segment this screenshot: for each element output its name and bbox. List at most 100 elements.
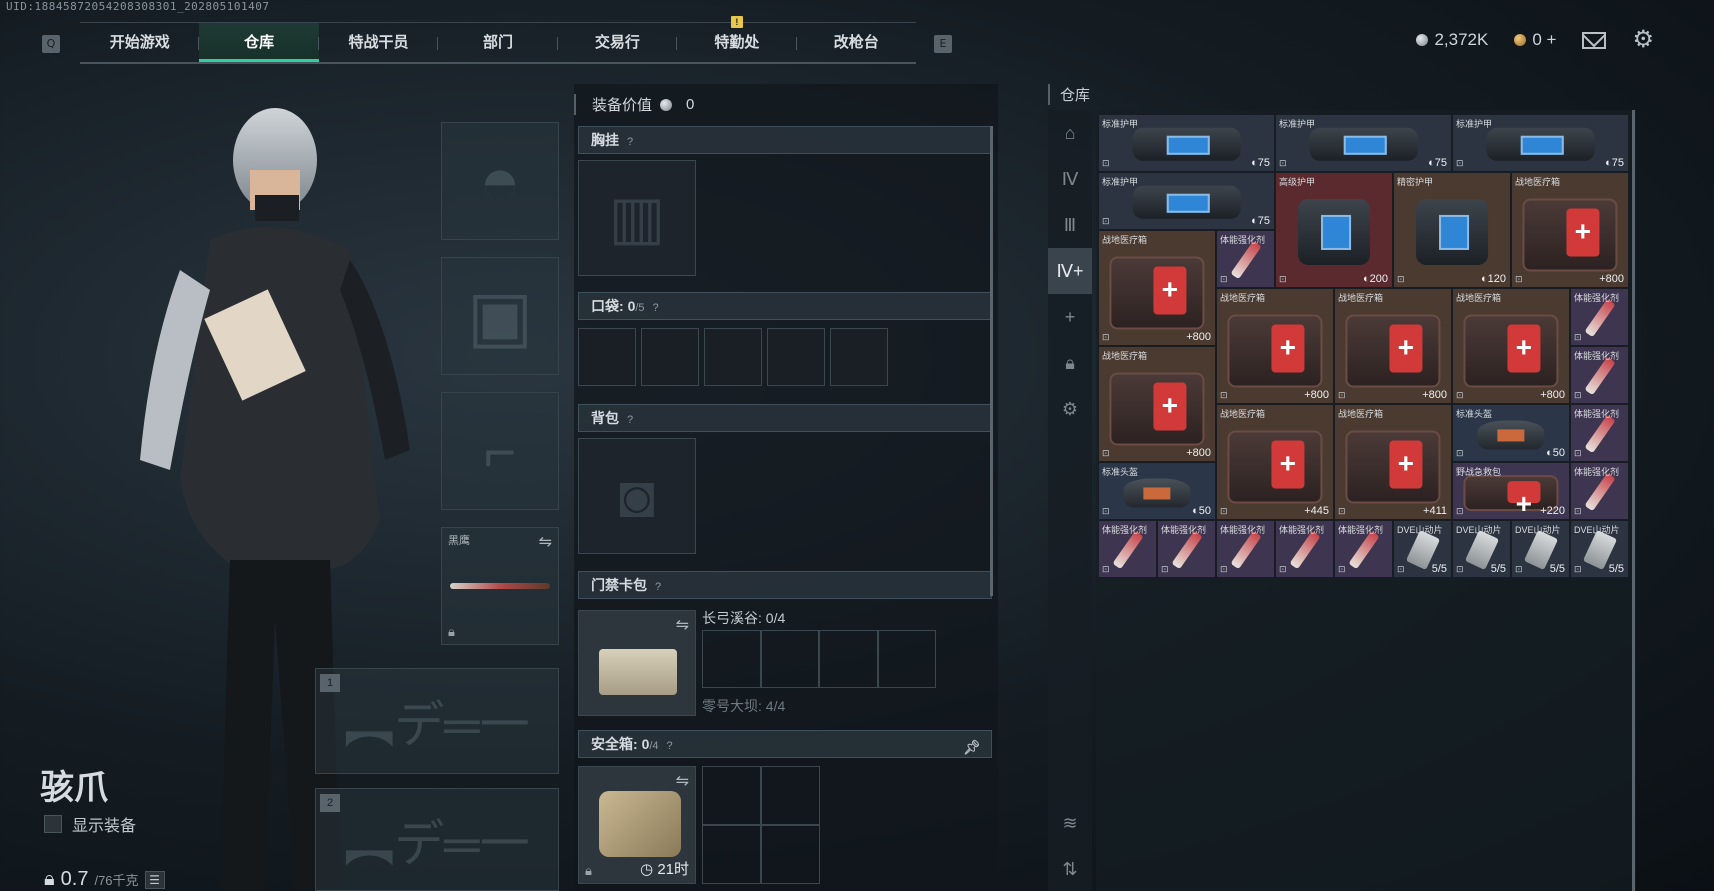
tab-3[interactable]: 部门 — [438, 23, 558, 62]
warehouse-item[interactable]: 标准头盔 ⊡ ◐50 — [1098, 462, 1216, 520]
list-icon[interactable]: ☰ — [144, 870, 165, 889]
pocket-slot[interactable] — [830, 328, 888, 386]
warehouse-item[interactable]: DVE山动片 ⊡ 5/5 — [1511, 520, 1570, 578]
pocket-slot[interactable] — [704, 328, 762, 386]
gold-add-button[interactable]: + — [1547, 30, 1557, 49]
warehouse-item[interactable]: 战地医疗箱 ⊡ +800 — [1511, 172, 1629, 288]
warehouse-item[interactable]: 标准头盔 ⊡ ◐50 — [1452, 404, 1570, 462]
gear-icon[interactable]: ⚙ — [1048, 386, 1092, 432]
tab-6[interactable]: 改枪台 — [797, 23, 916, 62]
warehouse-scrollbar[interactable] — [1632, 110, 1635, 891]
item-tag-icon: ⊡ — [1102, 216, 1110, 226]
warehouse-item[interactable]: 体能强化剂 ⊡ — [1157, 520, 1216, 578]
warehouse-item[interactable]: 精密护甲 ⊡ ◐120 — [1393, 172, 1511, 288]
tab-4[interactable]: 交易行 — [558, 23, 678, 62]
warehouse-tab-iv[interactable]: Ⅳ — [1048, 156, 1092, 202]
chest-rig-slot[interactable]: ▥ — [578, 160, 696, 276]
nav-prev-key[interactable]: Q — [42, 35, 60, 53]
safebox-timer-value: 21时 — [657, 861, 689, 878]
warehouse-item[interactable]: 标准护甲 ⊡ ◐75 — [1275, 114, 1452, 172]
warehouse-item[interactable]: 体能强化剂 ⊡ — [1570, 288, 1629, 346]
pocket-slot[interactable] — [767, 328, 825, 386]
pin-icon[interactable]: 📌︎ — [963, 734, 981, 760]
safebox-cell[interactable] — [702, 825, 761, 884]
sort-icon[interactable]: ⇅ — [1048, 846, 1092, 891]
warehouse-item[interactable]: 战地医疗箱 ⊡ +800 — [1098, 230, 1216, 346]
add-icon[interactable]: + — [1048, 294, 1092, 340]
tab-0[interactable]: 开始游戏 — [80, 23, 200, 62]
pocket-slot[interactable] — [578, 328, 636, 386]
warehouse-item[interactable]: 标准护甲 ⊡ ◐75 — [1098, 114, 1275, 172]
key-slot[interactable] — [819, 630, 878, 688]
melee-slot[interactable]: 黑鹰 ⇋ 🔒︎ — [441, 527, 559, 645]
gear-icon[interactable]: ⚙ — [1632, 28, 1654, 52]
warehouse-tab-iv-active[interactable]: Ⅳ+ — [1048, 248, 1092, 294]
warehouse-item[interactable]: 战地医疗箱 ⊡ +800 — [1452, 288, 1570, 404]
layers-icon[interactable]: ≋ — [1048, 800, 1092, 846]
key-slot[interactable] — [760, 630, 819, 688]
lock-icon[interactable]: 🔒︎ — [1048, 340, 1092, 386]
item-name: 标准头盔 — [1102, 467, 1139, 477]
warehouse-item[interactable]: 体能强化剂 ⊡ — [1098, 520, 1157, 578]
warehouse-item[interactable]: 体能强化剂 ⊡ — [1570, 346, 1629, 404]
key-slot[interactable] — [877, 630, 936, 688]
safebox-cell[interactable] — [761, 825, 820, 884]
warehouse-item[interactable]: 体能强化剂 ⊡ — [1216, 230, 1275, 288]
help-icon[interactable]: ? — [667, 733, 673, 759]
safebox-cell[interactable] — [702, 766, 761, 825]
warehouse-item[interactable]: 体能强化剂 ⊡ — [1570, 462, 1629, 520]
safebox-cell[interactable] — [761, 766, 820, 825]
item-name: 标准护甲 — [1102, 177, 1139, 187]
warehouse-tab-all[interactable]: ⌂ — [1048, 110, 1092, 156]
warehouse-item[interactable]: 战地医疗箱 ⊡ +445 — [1216, 404, 1334, 520]
tab-5[interactable]: 特勤处! — [677, 16, 797, 62]
loadout-scrollbar[interactable] — [990, 126, 993, 596]
armor-icon — [1298, 199, 1370, 266]
swap-icon[interactable]: ⇋ — [676, 771, 689, 791]
weight-max: /76千克 — [94, 873, 139, 888]
warehouse-item[interactable]: 高级护甲 ⊡ ◐200 — [1275, 172, 1393, 288]
help-icon[interactable]: ? — [627, 129, 633, 155]
help-icon[interactable]: ? — [627, 407, 633, 433]
warehouse-item[interactable]: 战地医疗箱 ⊡ +411 — [1334, 404, 1452, 520]
pistol-slot[interactable]: ⌐ — [441, 392, 559, 510]
armor-slot[interactable]: ▣ — [441, 257, 559, 375]
swap-icon[interactable]: ⇋ — [539, 532, 552, 552]
primary-weapon-slot-1[interactable]: 1 ︻デ═一 — [315, 668, 559, 774]
warehouse-item[interactable]: DVE山动片 ⊡ 5/5 — [1570, 520, 1629, 578]
warehouse-item[interactable]: 战地医疗箱 ⊡ +800 — [1216, 288, 1334, 404]
warehouse-item[interactable]: 体能强化剂 ⊡ — [1570, 404, 1629, 462]
warehouse-item[interactable]: 标准护甲 ⊡ ◐75 — [1452, 114, 1629, 172]
mail-icon[interactable] — [1582, 31, 1607, 49]
help-icon[interactable]: ? — [653, 295, 659, 321]
show-equipment-checkbox[interactable] — [44, 815, 62, 833]
warehouse-item[interactable]: DVE山动片 ⊡ 5/5 — [1393, 520, 1452, 578]
show-equipment-toggle[interactable]: 显示装备 — [44, 812, 136, 836]
item-value: +800 — [1186, 447, 1211, 459]
warehouse-item[interactable]: 标准护甲 ⊡ ◐75 — [1098, 172, 1275, 230]
warehouse-item[interactable]: 体能强化剂 ⊡ — [1216, 520, 1275, 578]
key-slot[interactable] — [702, 630, 761, 688]
warehouse-tab-iii[interactable]: Ⅲ — [1048, 202, 1092, 248]
gold-currency[interactable]: 0 + — [1514, 30, 1556, 50]
item-tag-icon: ⊡ — [1515, 564, 1523, 574]
helmet-slot[interactable]: ◓ — [441, 122, 559, 240]
tab-2[interactable]: 特战干员 — [319, 23, 439, 62]
warehouse-item[interactable]: 战地医疗箱 ⊡ +800 — [1098, 346, 1216, 462]
primary-weapon-slot-2[interactable]: 2 ︻デ═一 — [315, 788, 559, 891]
safebox-slot[interactable]: ⇋ 🔒︎ ◷ 21时 — [578, 766, 696, 884]
keycard-case-icon — [599, 649, 677, 695]
help-icon[interactable]: ? — [655, 574, 661, 600]
warehouse-item[interactable]: 野战急救包 ⊡ +220 — [1452, 462, 1570, 520]
warehouse-item[interactable]: 体能强化剂 ⊡ — [1275, 520, 1334, 578]
warehouse-item[interactable]: 战地医疗箱 ⊡ +800 — [1334, 288, 1452, 404]
keycard-case-slot[interactable]: ⇋ — [578, 610, 696, 716]
nav-next-key[interactable]: E — [934, 35, 952, 53]
pocket-slot[interactable] — [641, 328, 699, 386]
tab-1[interactable]: 仓库 — [199, 23, 319, 62]
equip-value-header: 装备价值 0 — [574, 94, 694, 115]
backpack-slot[interactable]: ◙ — [578, 438, 696, 554]
warehouse-item[interactable]: DVE山动片 ⊡ 5/5 — [1452, 520, 1511, 578]
warehouse-item[interactable]: 体能强化剂 ⊡ — [1334, 520, 1393, 578]
swap-icon[interactable]: ⇋ — [676, 615, 689, 635]
